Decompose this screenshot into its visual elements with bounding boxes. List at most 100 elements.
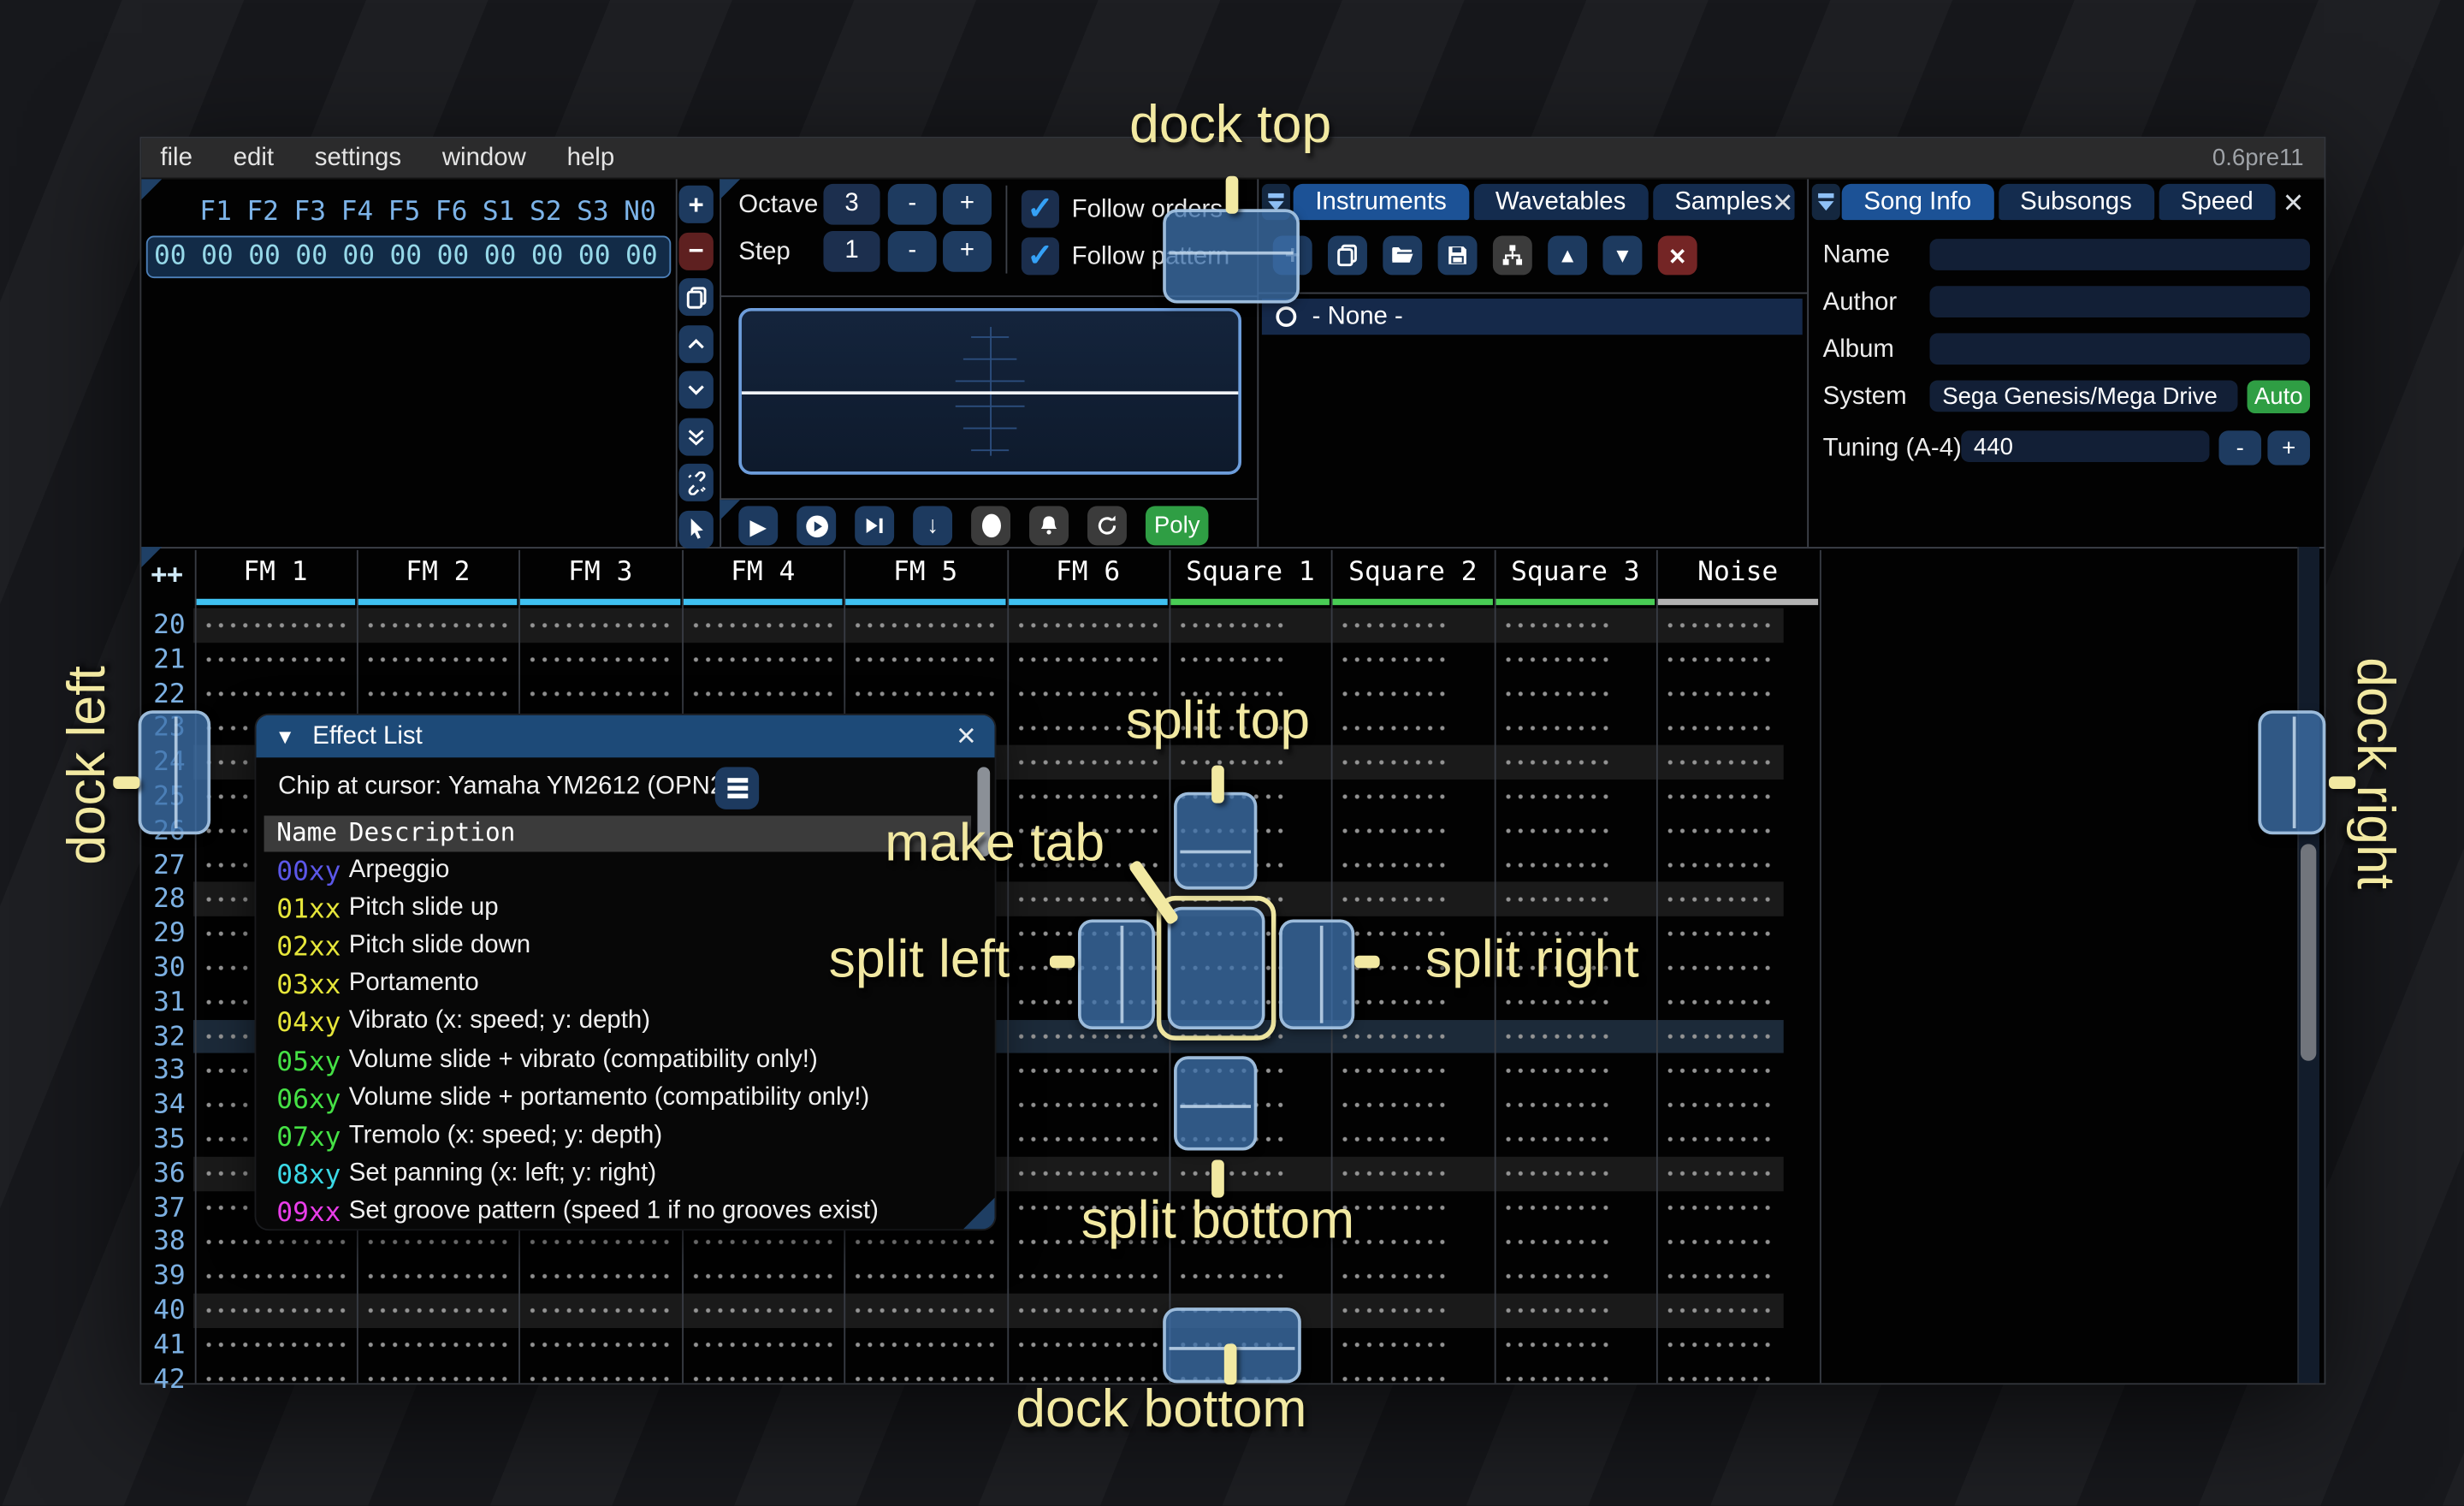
follow-orders-checkbox[interactable]: ✓: [1022, 190, 1059, 228]
panel-corner-fold: [720, 500, 740, 520]
channel-header-fm-6[interactable]: FM 6: [1007, 556, 1170, 588]
album-field[interactable]: [1930, 333, 2310, 365]
split-right-dropzone[interactable]: [1279, 919, 1354, 1029]
dock-top-dropzone[interactable]: [1163, 209, 1300, 303]
menu-help[interactable]: help: [567, 144, 615, 172]
octave-value[interactable]: 3: [823, 184, 880, 225]
channel-header-fm-2[interactable]: FM 2: [357, 556, 519, 588]
channel-empty-notes: [1502, 608, 1613, 1384]
tab-speed[interactable]: Speed: [2159, 184, 2275, 220]
split-bottom-dropzone[interactable]: [1174, 1056, 1257, 1150]
play-from-cursor-button[interactable]: [855, 506, 894, 545]
effect-list-close-icon[interactable]: ×: [957, 720, 976, 752]
open-instrument-button[interactable]: [1383, 236, 1422, 276]
channel-color-bar: [1658, 599, 1817, 605]
follow-pattern-checkbox[interactable]: ✓: [1022, 237, 1059, 275]
tuning-minus-button[interactable]: -: [2218, 430, 2261, 465]
repeat-pattern-button[interactable]: [1087, 506, 1127, 545]
channel-header-noise[interactable]: Noise: [1656, 556, 1819, 588]
order-edit-mode-button[interactable]: [678, 510, 713, 548]
menu-settings[interactable]: settings: [315, 144, 401, 172]
channel-header-fm-1[interactable]: FM 1: [194, 556, 357, 588]
tuning-plus-button[interactable]: +: [2267, 430, 2310, 465]
step-value[interactable]: 1: [823, 231, 880, 272]
split-left-dropzone[interactable]: [1078, 919, 1155, 1029]
stop-button[interactable]: [971, 506, 1010, 545]
delete-instrument-button[interactable]: ×: [1658, 236, 1697, 276]
save-instrument-button[interactable]: [1438, 236, 1478, 276]
annotation-dock-left: dock left: [57, 666, 119, 865]
tab-subsongs[interactable]: Subsongs: [1998, 184, 2153, 220]
effect-list-row: 01xxPitch slide up: [256, 894, 994, 932]
system-field[interactable]: Sega Genesis/Mega Drive: [1930, 380, 2238, 412]
step-one-row-button[interactable]: ↓: [913, 506, 952, 545]
channel-header-fm-3[interactable]: FM 3: [519, 556, 682, 588]
divider: [1807, 179, 1809, 547]
tab-song-info[interactable]: Song Info: [1842, 184, 1993, 220]
tab-instruments[interactable]: Instruments: [1294, 184, 1469, 220]
order-row[interactable]: 0000000000000000000000: [146, 236, 671, 279]
song-info-close-icon[interactable]: ×: [2283, 187, 2304, 219]
add-channel-button[interactable]: ++: [151, 560, 183, 591]
deep-clone-order-button[interactable]: [678, 464, 713, 501]
poly-button[interactable]: Poly: [1146, 506, 1208, 545]
orders-header-S2: S2: [530, 197, 562, 228]
add-order-button[interactable]: +: [678, 186, 713, 223]
collapse-triangle-icon[interactable]: ▼: [275, 725, 295, 749]
effect-description: Set panning (x: left; y: right): [349, 1159, 656, 1188]
step-minus-button[interactable]: -: [888, 231, 937, 272]
play-pattern-button[interactable]: [797, 506, 836, 545]
octave-plus-button[interactable]: +: [943, 184, 992, 225]
channel-header-square-2[interactable]: Square 2: [1331, 556, 1494, 588]
remove-order-button[interactable]: −: [678, 232, 713, 270]
song-info-collapse-button[interactable]: [1812, 184, 1840, 220]
dock-right-dropzone[interactable]: [2258, 710, 2325, 834]
effect-list-menu-button[interactable]: [715, 767, 759, 809]
menu-window[interactable]: window: [442, 144, 526, 172]
metronome-button[interactable]: [1029, 506, 1069, 545]
panel-corner-fold: [141, 179, 162, 199]
instruments-close-icon[interactable]: ×: [1773, 187, 1793, 219]
play-button[interactable]: ▶: [738, 506, 778, 545]
menu-edit[interactable]: edit: [234, 144, 274, 172]
instrument-list-item[interactable]: - None -: [1262, 299, 1803, 335]
move-order-down-button[interactable]: [678, 371, 713, 408]
effect-list-titlebar[interactable]: ▼ Effect List ×: [256, 715, 994, 758]
duplicate-order-end-button[interactable]: [678, 418, 713, 455]
pattern-row-number: 21: [141, 644, 185, 676]
pattern-scrollbar-thumb[interactable]: [2301, 844, 2316, 1060]
channel-header-square-3[interactable]: Square 3: [1494, 556, 1656, 588]
order-cell: 00: [248, 240, 281, 272]
author-field[interactable]: [1930, 286, 2310, 317]
effect-description: Vibrato (x: speed; y: depth): [349, 1008, 650, 1036]
move-instrument-down-button[interactable]: ▼: [1602, 236, 1642, 276]
menu-file[interactable]: file: [160, 144, 192, 172]
split-top-dropzone[interactable]: [1174, 792, 1257, 890]
effect-list-title: Effect List: [312, 722, 423, 750]
channel-header-fm-4[interactable]: FM 4: [682, 556, 844, 588]
duplicate-instrument-button[interactable]: [1328, 236, 1367, 276]
system-auto-button[interactable]: Auto: [2248, 380, 2310, 413]
orders-header-N0: N0: [624, 197, 656, 228]
dock-left-dropzone[interactable]: [139, 710, 210, 834]
pattern-row-number: 34: [141, 1089, 185, 1121]
tab-wavetables[interactable]: Wavetables: [1473, 184, 1648, 220]
annotation-split-right: split right: [1425, 929, 1639, 991]
channel-header-fm-5[interactable]: FM 5: [844, 556, 1007, 588]
octave-minus-button[interactable]: -: [888, 184, 937, 225]
step-label: Step: [738, 239, 790, 267]
pattern-row-number: 41: [141, 1330, 185, 1361]
move-order-up-button[interactable]: [678, 324, 713, 362]
effect-description: Tremolo (x: speed; y: depth): [349, 1122, 662, 1150]
resize-grip-icon[interactable]: [963, 1198, 995, 1230]
channel-header-square-1[interactable]: Square 1: [1170, 556, 1332, 588]
step-plus-button[interactable]: +: [943, 231, 992, 272]
effect-code: 03xx: [276, 970, 341, 1002]
make-tab-dropzone[interactable]: [1168, 907, 1265, 1029]
instrument-folder-view-button[interactable]: [1493, 236, 1532, 276]
tuning-field[interactable]: 440: [1961, 430, 2209, 462]
name-field[interactable]: [1930, 239, 2310, 270]
duplicate-order-button[interactable]: [678, 278, 713, 316]
order-row-index: 00: [154, 240, 187, 272]
move-instrument-up-button[interactable]: ▲: [1548, 236, 1587, 276]
